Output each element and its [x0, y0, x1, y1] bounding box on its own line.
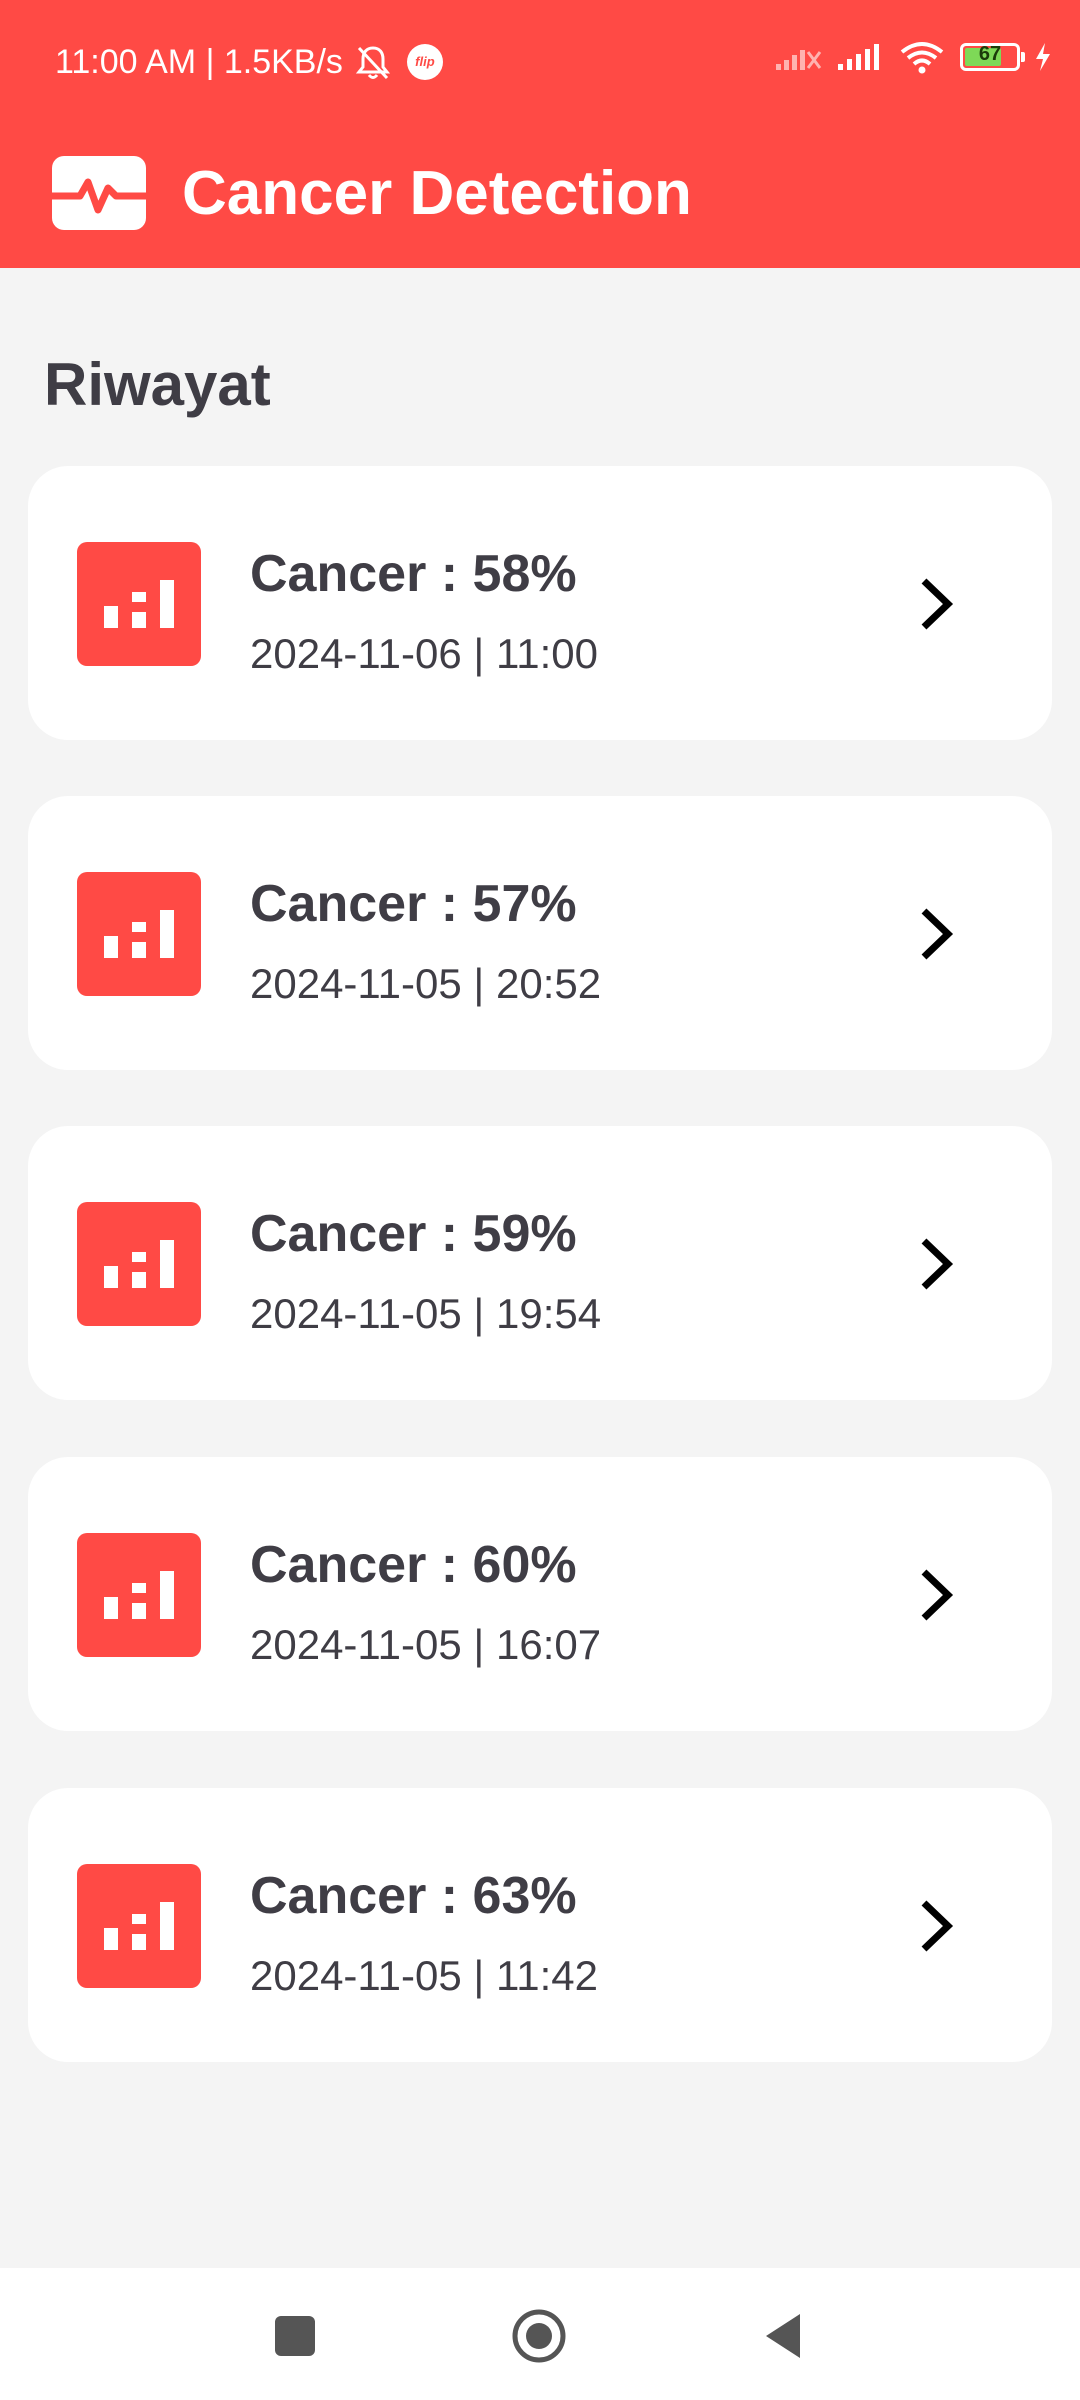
signal-icon — [838, 44, 879, 70]
chart-icon — [77, 542, 201, 666]
chevron-right-icon — [921, 1900, 954, 1952]
heartbeat-icon — [52, 156, 146, 230]
status-right: 67 — [774, 40, 1052, 74]
wifi-icon — [900, 42, 944, 74]
history-card[interactable]: Cancer : 60% 2024-11-05 | 16:07 — [28, 1457, 1052, 1731]
back-button[interactable] — [756, 2308, 812, 2364]
result-datetime: 2024-11-06 | 11:00 — [250, 630, 598, 677]
system-nav-bar — [0, 2268, 1080, 2400]
chevron-right-icon — [921, 1569, 954, 1621]
history-title: Riwayat — [44, 351, 271, 418]
chevron-right-icon — [921, 908, 954, 960]
battery-level: 67 — [978, 43, 1002, 65]
result-datetime: 2024-11-05 | 20:52 — [250, 960, 602, 1007]
chart-icon — [77, 872, 201, 996]
recent-apps-button[interactable] — [267, 2308, 323, 2364]
bell-off-icon — [355, 46, 391, 80]
status-time-speed: 11:00 AM | 1.5KB/s — [55, 43, 343, 81]
result-text: Cancer : 59% — [250, 1205, 577, 1263]
result-datetime: 2024-11-05 | 11:42 — [250, 1952, 598, 1999]
history-card[interactable]: Cancer : 57% 2024-11-05 | 20:52 — [28, 796, 1052, 1070]
flip-app-icon: flip — [406, 44, 443, 80]
battery-icon: 67 — [960, 43, 1025, 71]
result-datetime: 2024-11-05 | 16:07 — [250, 1621, 602, 1668]
result-text: Cancer : 63% — [250, 1867, 577, 1925]
app-header: 11:00 AM | 1.5KB/s flip 67 Cancer Detect… — [0, 0, 1080, 268]
status-bar: 11:00 AM | 1.5KB/s flip 67 — [0, 0, 1080, 120]
result-datetime: 2024-11-05 | 19:54 — [250, 1290, 602, 1337]
home-button[interactable] — [511, 2308, 567, 2364]
chart-icon — [77, 1202, 201, 1326]
result-text: Cancer : 57% — [250, 875, 577, 933]
status-left: 11:00 AM | 1.5KB/s flip — [55, 38, 443, 86]
app-title: Cancer Detection — [182, 158, 692, 228]
result-text: Cancer : 60% — [250, 1536, 577, 1594]
history-card[interactable]: Cancer : 63% 2024-11-05 | 11:42 — [28, 1788, 1052, 2062]
history-card[interactable]: Cancer : 59% 2024-11-05 | 19:54 — [28, 1126, 1052, 1400]
signal-off-icon — [776, 50, 822, 70]
history-card[interactable]: Cancer : 58% 2024-11-06 | 11:00 — [28, 466, 1052, 740]
result-text: Cancer : 58% — [250, 545, 577, 603]
chevron-right-icon — [921, 578, 954, 630]
chart-icon — [77, 1864, 201, 1988]
charging-icon — [1036, 43, 1050, 71]
app-bar: Cancer Detection — [0, 138, 1080, 248]
chart-icon — [77, 1533, 201, 1657]
chevron-right-icon — [921, 1238, 954, 1290]
